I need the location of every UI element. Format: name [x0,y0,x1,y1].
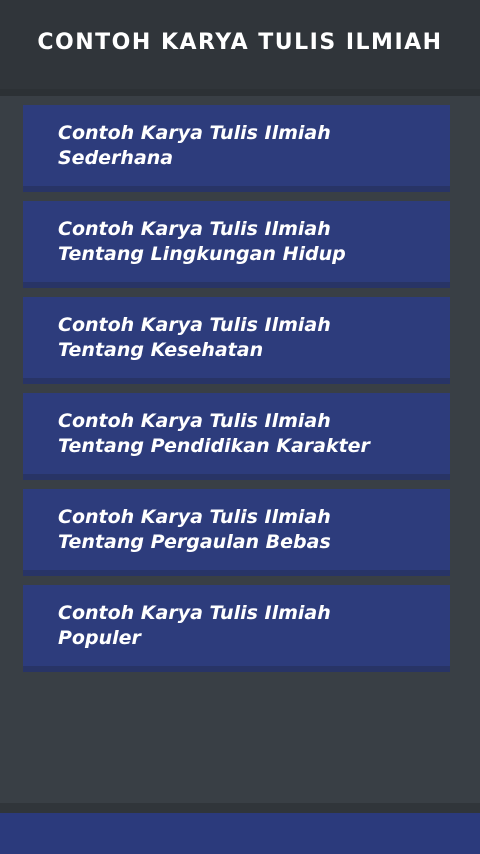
ad-banner-area[interactable] [0,813,480,854]
header-divider [0,89,480,96]
menu-item-label: Contoh Karya Tulis Ilmiah Tentang Lingku… [58,218,346,265]
menu-item-populer[interactable]: Contoh Karya Tulis Ilmiah Populer [23,585,450,672]
app-header: Contoh Karya Tulis Ilmiah [0,0,480,89]
menu-item-label: Contoh Karya Tulis Ilmiah Tentang Keseha… [58,314,331,361]
footer-divider [0,803,480,813]
menu-item-label: Contoh Karya Tulis Ilmiah Populer [58,602,331,649]
menu-item-lingkungan-hidup[interactable]: Contoh Karya Tulis Ilmiah Tentang Lingku… [23,201,450,288]
page-title: Contoh Karya Tulis Ilmiah [37,30,443,55]
menu-item-pendidikan-karakter[interactable]: Contoh Karya Tulis Ilmiah Tentang Pendid… [23,393,450,480]
menu-item-label: Contoh Karya Tulis Ilmiah Tentang Pergau… [58,506,331,553]
menu-item-kesehatan[interactable]: Contoh Karya Tulis Ilmiah Tentang Keseha… [23,297,450,384]
menu-item-pergaulan-bebas[interactable]: Contoh Karya Tulis Ilmiah Tentang Pergau… [23,489,450,576]
menu-item-sederhana[interactable]: Contoh Karya Tulis Ilmiah Sederhana [23,105,450,192]
menu-list: Contoh Karya Tulis Ilmiah Sederhana Cont… [23,105,450,681]
menu-item-label: Contoh Karya Tulis Ilmiah Sederhana [58,122,331,169]
menu-item-label: Contoh Karya Tulis Ilmiah Tentang Pendid… [58,410,370,457]
